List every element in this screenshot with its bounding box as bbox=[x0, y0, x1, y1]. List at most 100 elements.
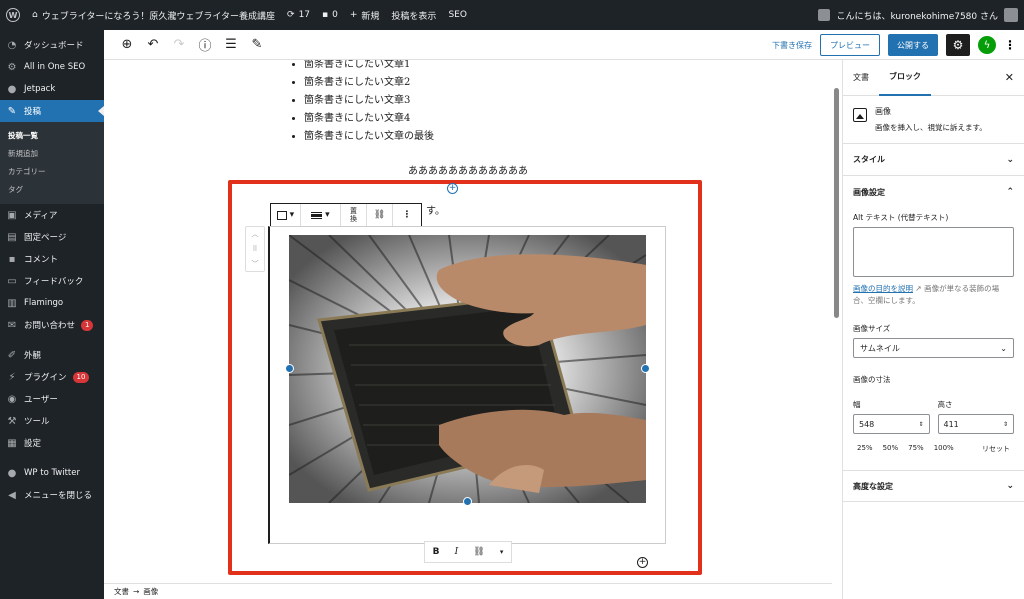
preset-25-button[interactable]: 25% bbox=[857, 444, 873, 454]
edit-pencil-icon[interactable]: ✎ bbox=[248, 36, 266, 54]
inserter-plus-icon[interactable]: + bbox=[447, 183, 458, 194]
block-card: 画像 画像を挿入し、視覚に訴えます。 bbox=[843, 96, 1024, 144]
styles-panel-toggle[interactable]: スタイル ⌄ bbox=[843, 144, 1024, 176]
more-formats-chevron-icon[interactable]: ▾ bbox=[500, 548, 504, 556]
alt-purpose-link[interactable]: 画像の目的を説明 bbox=[853, 284, 913, 293]
tab-document[interactable]: 文書 bbox=[843, 60, 879, 96]
avatar[interactable] bbox=[1004, 8, 1018, 22]
sidebar-item-flamingo[interactable]: ▥ Flamingo bbox=[0, 292, 104, 314]
sidebar-item-label: 外観 bbox=[24, 351, 42, 361]
chevron-down-icon: ⌄ bbox=[1006, 154, 1014, 165]
image-size-select[interactable]: サムネイル ⌄ bbox=[853, 338, 1014, 358]
seo-menu[interactable]: SEO bbox=[442, 0, 472, 30]
tab-block[interactable]: ブロック bbox=[879, 60, 931, 96]
alt-text-field[interactable] bbox=[853, 227, 1014, 277]
block-type-switcher[interactable]: ▾ bbox=[271, 204, 301, 226]
sidebar-item-dashboard[interactable]: ◔ ダッシュボード bbox=[0, 34, 104, 56]
view-post-link[interactable]: 投稿を表示 bbox=[385, 0, 442, 30]
media-icon: ▣ bbox=[7, 209, 17, 221]
align-button[interactable]: ▾ bbox=[301, 204, 341, 226]
pin-icon: ✎ bbox=[7, 105, 17, 117]
plugin-updates-badge: 10 bbox=[72, 371, 90, 383]
close-icon[interactable]: ✕ bbox=[1005, 71, 1014, 84]
feedback-icon: ▭ bbox=[7, 275, 17, 287]
sidebar-item-posts[interactable]: ✎ 投稿 bbox=[0, 100, 104, 122]
stepper-icon[interactable]: ⇕ bbox=[1003, 421, 1008, 428]
sidebar-item-users[interactable]: ◉ ユーザー bbox=[0, 388, 104, 410]
sidebar-item-settings[interactable]: ▦ 設定 bbox=[0, 432, 104, 454]
italic-icon[interactable]: I bbox=[455, 547, 459, 557]
stepper-icon[interactable]: ⇕ bbox=[918, 421, 923, 428]
breadcrumb: 文書 → 画像 bbox=[104, 583, 832, 599]
advanced-panel-toggle[interactable]: 高度な設定 ⌄ bbox=[843, 470, 1024, 502]
comments-count: 0 bbox=[332, 10, 338, 20]
image-size-label: 画像サイズ bbox=[853, 324, 891, 333]
external-link-icon: ↗ bbox=[915, 284, 922, 293]
link-button[interactable]: ⛓ bbox=[367, 204, 393, 226]
add-block-icon[interactable]: ⊕ bbox=[118, 36, 136, 54]
sidebar-item-comments[interactable]: ▪ コメント bbox=[0, 248, 104, 270]
width-input[interactable]: 548 ⇕ bbox=[853, 414, 930, 434]
submenu-tags[interactable]: タグ bbox=[0, 180, 104, 198]
sidebar-item-feedback[interactable]: ▭ フィードバック bbox=[0, 270, 104, 292]
resize-handle-right[interactable] bbox=[641, 364, 650, 373]
more-options-icon[interactable]: ⋮ bbox=[1004, 38, 1016, 52]
resize-handle-left[interactable] bbox=[285, 364, 294, 373]
wp-logo-menu[interactable]: W bbox=[0, 0, 26, 30]
submenu-categories[interactable]: カテゴリー bbox=[0, 162, 104, 180]
block-more-options[interactable]: ⋮ bbox=[393, 204, 421, 226]
link-icon[interactable]: ⛓ bbox=[473, 547, 484, 557]
undo-icon[interactable]: ↶ bbox=[144, 36, 162, 54]
submenu-all-posts[interactable]: 投稿一覧 bbox=[0, 126, 104, 144]
preset-100-button[interactable]: 100% bbox=[934, 444, 954, 454]
image-wallet-photo[interactable] bbox=[289, 235, 646, 503]
list-block[interactable]: 箇条書きにしたい文章1 箇条書きにしたい文章2 箇条書きにしたい文章3 箇条書き… bbox=[290, 60, 434, 146]
preset-75-button[interactable]: 75% bbox=[908, 444, 924, 454]
info-icon[interactable]: ⓘ bbox=[196, 36, 214, 54]
sidebar-collapse-menu[interactable]: ◀ メニューを閉じる bbox=[0, 484, 104, 506]
publish-button[interactable]: 公開する bbox=[888, 34, 938, 56]
updates-menu[interactable]: ⟳ 17 bbox=[281, 0, 316, 30]
replace-button[interactable]: 置換 bbox=[341, 204, 367, 226]
sidebar-item-plugins[interactable]: ⚡ プラグイン 10 bbox=[0, 366, 104, 388]
bold-icon[interactable]: B bbox=[433, 547, 440, 557]
append-block-plus-icon[interactable]: + bbox=[637, 557, 648, 568]
submenu-add-new[interactable]: 新規追加 bbox=[0, 144, 104, 162]
resize-handle-bottom[interactable] bbox=[463, 497, 472, 506]
comments-menu[interactable]: ▪ 0 bbox=[316, 0, 344, 30]
new-content-menu[interactable]: + 新規 bbox=[344, 0, 386, 30]
sidebar-item-jetpack[interactable]: ● Jetpack bbox=[0, 78, 104, 100]
sidebar-item-tools[interactable]: ⚒ ツール bbox=[0, 410, 104, 432]
paragraph-block[interactable]: ああああああああああああ bbox=[104, 162, 832, 177]
image-settings-toggle[interactable]: 画像設定 ⌃ bbox=[843, 176, 1024, 208]
preset-50-button[interactable]: 50% bbox=[883, 444, 899, 454]
settings-gear-icon[interactable]: ⚙ bbox=[946, 34, 970, 56]
height-input[interactable]: 411 ⇕ bbox=[937, 414, 1014, 434]
move-up-icon[interactable]: ︿ bbox=[252, 229, 259, 239]
wrench-icon: ⚒ bbox=[7, 415, 17, 427]
sidebar-item-pages[interactable]: ▤ 固定ページ bbox=[0, 226, 104, 248]
sidebar-item-wp-to-twitter[interactable]: ● WP to Twitter bbox=[0, 462, 104, 484]
redo-icon[interactable]: ↷ bbox=[170, 36, 188, 54]
sidebar-item-media[interactable]: ▣ メディア bbox=[0, 204, 104, 226]
notification-icon[interactable] bbox=[818, 9, 831, 21]
drag-handle-icon[interactable]: ⠿ bbox=[252, 245, 257, 253]
brush-icon: ✐ bbox=[7, 349, 17, 361]
breadcrumb-current[interactable]: 画像 bbox=[143, 586, 158, 597]
reset-button[interactable]: リセット bbox=[982, 444, 1010, 454]
sidebar-item-aioseo[interactable]: ⚙ All in One SEO bbox=[0, 56, 104, 78]
list-view-icon[interactable]: ☰ bbox=[222, 36, 240, 54]
block-mover: ︿ ⠿ ﹀ bbox=[245, 226, 265, 272]
site-name: ウェブライターになろう！原久瀧ウェブライター養成講座 bbox=[41, 11, 276, 22]
site-name-menu[interactable]: ⌂ ウェブライターになろう！原久瀧ウェブライター養成講座 bbox=[26, 0, 281, 30]
save-draft-button[interactable]: 下書き保存 bbox=[772, 40, 812, 51]
image-block-icon bbox=[853, 108, 867, 122]
scrollbar-thumb[interactable] bbox=[834, 88, 839, 318]
user-greeting[interactable]: こんにちは、kuronekohime7580 さん bbox=[836, 9, 998, 22]
sidebar-item-contact[interactable]: ✉ お問い合わせ 1 bbox=[0, 314, 104, 336]
move-down-icon[interactable]: ﹀ bbox=[252, 259, 259, 269]
breadcrumb-root[interactable]: 文書 bbox=[114, 586, 129, 597]
jetpack-bolt-icon[interactable]: ϟ bbox=[978, 36, 996, 54]
preview-button[interactable]: プレビュー bbox=[820, 34, 880, 56]
sidebar-item-appearance[interactable]: ✐ 外観 bbox=[0, 344, 104, 366]
